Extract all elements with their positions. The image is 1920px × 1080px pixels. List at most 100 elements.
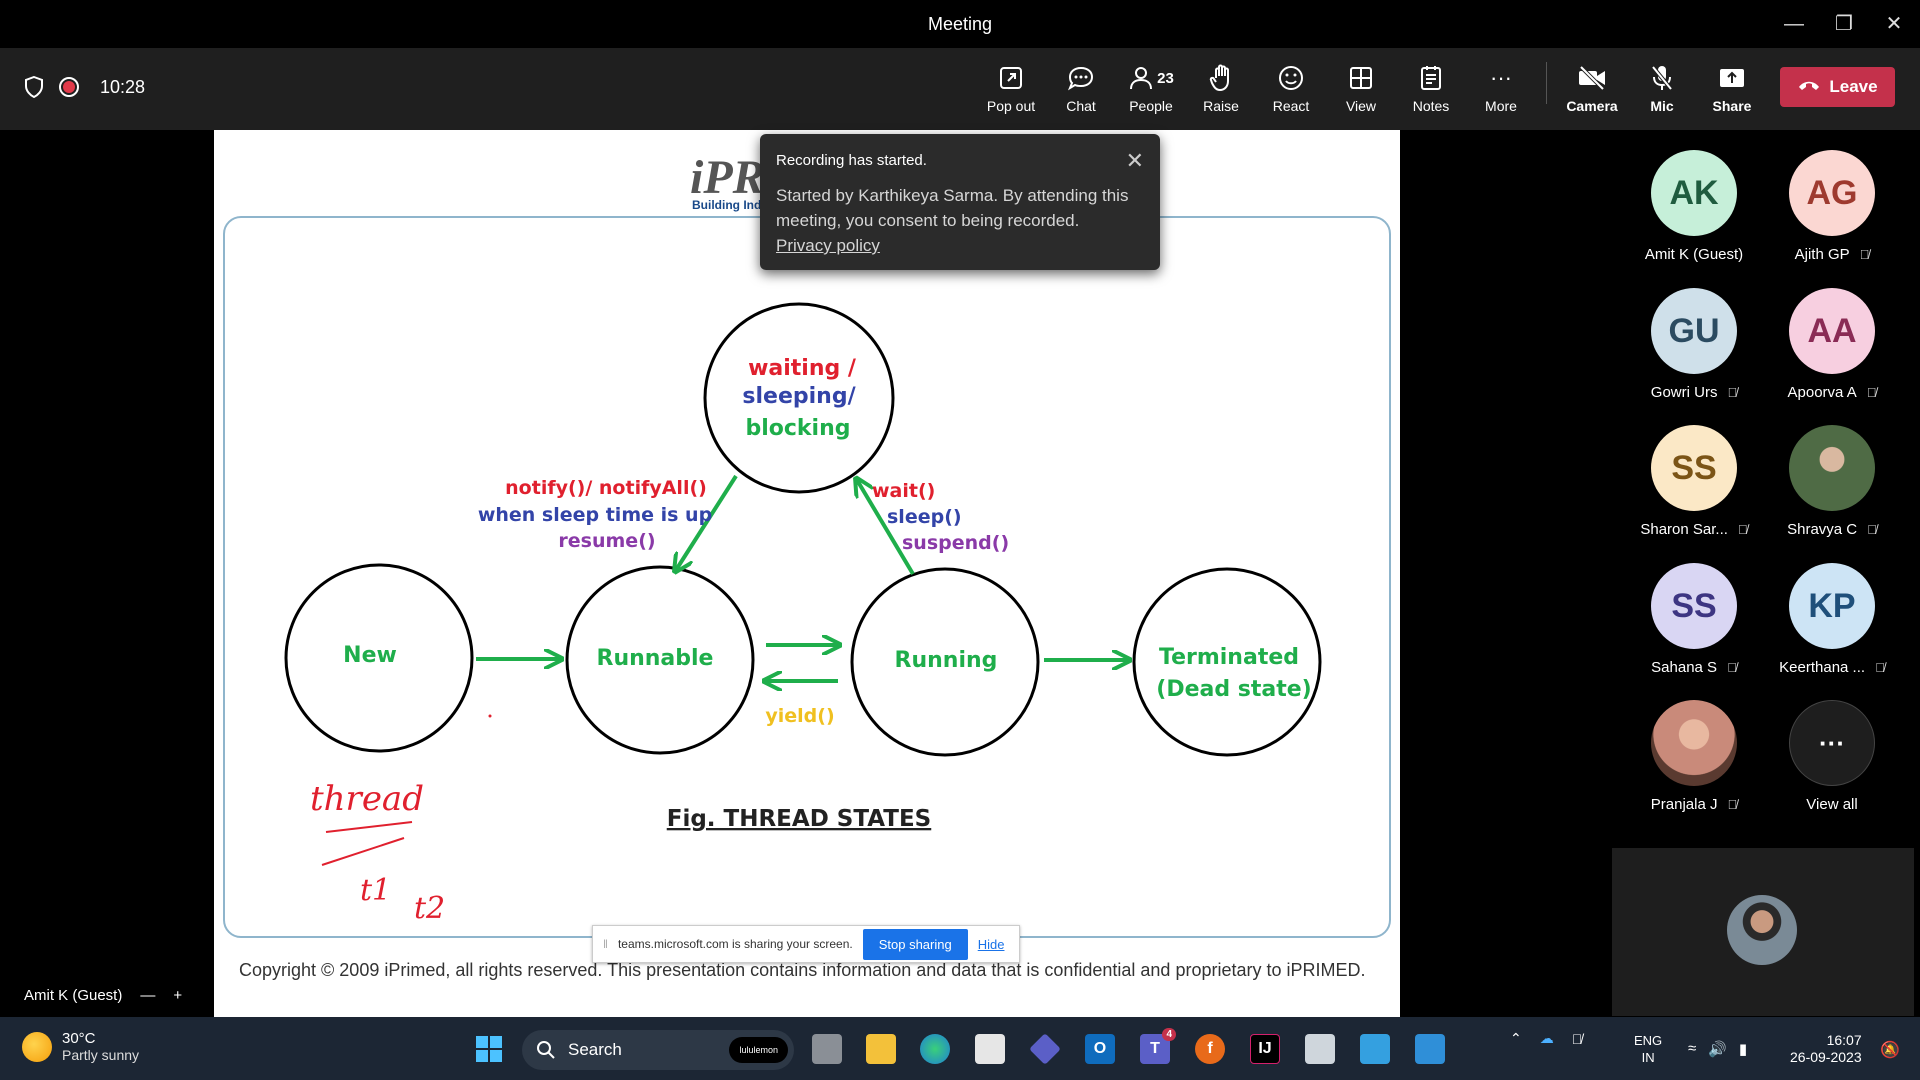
participant-tile[interactable]: GU Gowri Urs 🎙̸ (1619, 288, 1769, 401)
volume-icon: 🔊 (1708, 1041, 1727, 1058)
close-icon[interactable]: ✕ (1126, 148, 1144, 174)
participant-tile[interactable]: SS Sharon Sar... 🎙̸ (1619, 425, 1769, 538)
minimize-button[interactable]: — (1774, 10, 1814, 38)
camera-button[interactable]: Camera (1557, 60, 1627, 114)
avatar: GU (1651, 288, 1737, 374)
notepad-icon[interactable] (1360, 1034, 1390, 1064)
taskbar-search[interactable]: Search lululemon (522, 1030, 794, 1070)
raise-label: Raise (1203, 98, 1239, 114)
mic-off-icon: 🎙̸ (1867, 522, 1877, 537)
more-icon: ··· (1490, 65, 1512, 90)
pop-out-button[interactable]: Pop out (976, 60, 1046, 114)
mic-off-icon: 🎙̸ (1727, 385, 1738, 400)
leave-label: Leave (1829, 77, 1878, 96)
pop-out-label: Pop out (986, 98, 1036, 114)
participant-tile[interactable]: SS Sahana S 🎙̸ (1619, 563, 1769, 676)
task-view-icon[interactable] (812, 1034, 842, 1064)
participant-tile[interactable]: AA Apoorva A 🎙̸ (1757, 288, 1907, 401)
search-icon (537, 1041, 555, 1059)
more-icon: ··· (1789, 700, 1875, 786)
chat-icon (1046, 60, 1116, 96)
mic-off-icon: 🎙̸ (1727, 797, 1738, 812)
leave-button[interactable]: Leave (1780, 67, 1895, 107)
transition-suspend-label: suspend() (902, 532, 1009, 554)
participant-name: Sahana S (1651, 659, 1718, 676)
react-button[interactable]: React (1256, 60, 1326, 114)
participant-name: Keerthana ... (1779, 659, 1866, 676)
chat-label: Chat (1066, 98, 1096, 114)
participant-name: Ajith GP (1794, 246, 1850, 263)
app-icon-striped[interactable] (1305, 1034, 1335, 1064)
mic-label: Mic (1650, 98, 1674, 114)
phone-hangup-icon (1797, 77, 1821, 97)
teams-icon[interactable]: T4 (1140, 1028, 1176, 1064)
zoom-in-button[interactable]: + (173, 987, 182, 1004)
search-highlight-badge: lululemon (729, 1037, 788, 1063)
outlook-icon[interactable]: O (1085, 1034, 1115, 1064)
state-sleeping-label: sleeping/ (742, 384, 856, 409)
handwritten-t1: t1 (360, 873, 391, 908)
people-icon: 23 (1116, 60, 1186, 96)
hide-sharing-bar-link[interactable]: Hide (978, 937, 1005, 952)
taskbar-clock[interactable]: 16:07 26-09-2023 (1790, 1032, 1862, 1066)
photos-icon[interactable] (1415, 1034, 1445, 1064)
view-label: View (1345, 98, 1377, 114)
app-icon-orange[interactable]: f (1195, 1034, 1225, 1064)
more-label: More (1485, 98, 1517, 114)
mic-muted-tray-icon[interactable]: 🎙̸ (1572, 1031, 1583, 1047)
mic-off-icon: 🎙̸ (1859, 247, 1870, 262)
window-titlebar: Meeting — ❐ ✕ (0, 0, 1920, 48)
onedrive-icon[interactable]: ☁ (1540, 1030, 1554, 1047)
avatar: AK (1651, 150, 1737, 236)
weather-widget[interactable]: 30°C Partly sunny (22, 1030, 139, 1063)
state-running-label: Running (895, 648, 998, 673)
notes-button[interactable]: Notes (1396, 60, 1466, 114)
stop-sharing-button[interactable]: Stop sharing (862, 928, 968, 960)
camera-label: Camera (1566, 98, 1618, 114)
file-explorer-icon[interactable] (866, 1034, 896, 1064)
transition-wait-label: wait() (872, 480, 935, 502)
search-placeholder: Search (568, 1040, 622, 1059)
intellij-icon[interactable]: IJ (1250, 1034, 1280, 1064)
participant-tile[interactable]: KP Keerthana ... 🎙̸ (1757, 563, 1907, 676)
privacy-policy-link[interactable]: Privacy policy (776, 236, 880, 255)
zoom-out-button[interactable]: — (140, 987, 155, 1004)
share-button[interactable]: Share (1697, 60, 1767, 114)
handwritten-dot (488, 714, 492, 718)
chevron-up-icon[interactable]: ⌃ (1510, 1030, 1522, 1047)
microsoft-store-icon[interactable] (975, 1034, 1005, 1064)
participant-tile[interactable]: Pranjala J 🎙̸ (1619, 700, 1769, 813)
language-indicator[interactable]: ENG IN (1634, 1032, 1662, 1066)
grid-icon (1326, 60, 1396, 96)
view-button[interactable]: View (1326, 60, 1396, 114)
participant-tile[interactable]: AG Ajith GP 🎙̸ (1757, 150, 1907, 263)
notification-bell-icon[interactable]: 🔕 (1880, 1040, 1900, 1060)
people-button[interactable]: 23 People (1116, 60, 1186, 114)
partly-sunny-icon (22, 1031, 52, 1062)
state-waiting-label: waiting / (748, 356, 857, 381)
raise-hand-button[interactable]: Raise (1186, 60, 1256, 114)
weather-description: Partly sunny (62, 1047, 140, 1063)
avatar: KP (1789, 563, 1875, 649)
camera-off-icon (1557, 60, 1627, 96)
slide-copyright: Copyright © 2009 iPrimed, all rights res… (239, 960, 1366, 980)
participant-tile[interactable]: AK Amit K (Guest) (1619, 150, 1769, 263)
handwritten-thread: thread (310, 779, 424, 819)
recording-title: Recording has started. (776, 152, 927, 169)
avatar: SS (1651, 563, 1737, 649)
status-icons[interactable]: ≈ 🔊 ▮ (1688, 1040, 1747, 1058)
chat-button[interactable]: Chat (1046, 60, 1116, 114)
share-label: Share (1712, 98, 1752, 114)
edge-browser-icon[interactable] (920, 1034, 950, 1064)
restore-button[interactable]: ❐ (1824, 10, 1864, 38)
windows-start-icon[interactable] (474, 1034, 504, 1064)
drag-handle-icon[interactable]: ‖ (603, 937, 608, 951)
close-window-button[interactable]: ✕ (1874, 10, 1914, 38)
more-button[interactable]: ··· More (1466, 60, 1536, 114)
mic-button[interactable]: Mic (1627, 60, 1697, 114)
state-terminated-label: Terminated (1159, 645, 1299, 670)
participant-tile[interactable]: Shravya C 🎙̸ (1757, 425, 1907, 538)
stage-name-label: Amit K (Guest) — + (14, 978, 214, 1012)
share-icon (1697, 60, 1767, 96)
view-all-button[interactable]: ··· View all (1757, 700, 1907, 813)
